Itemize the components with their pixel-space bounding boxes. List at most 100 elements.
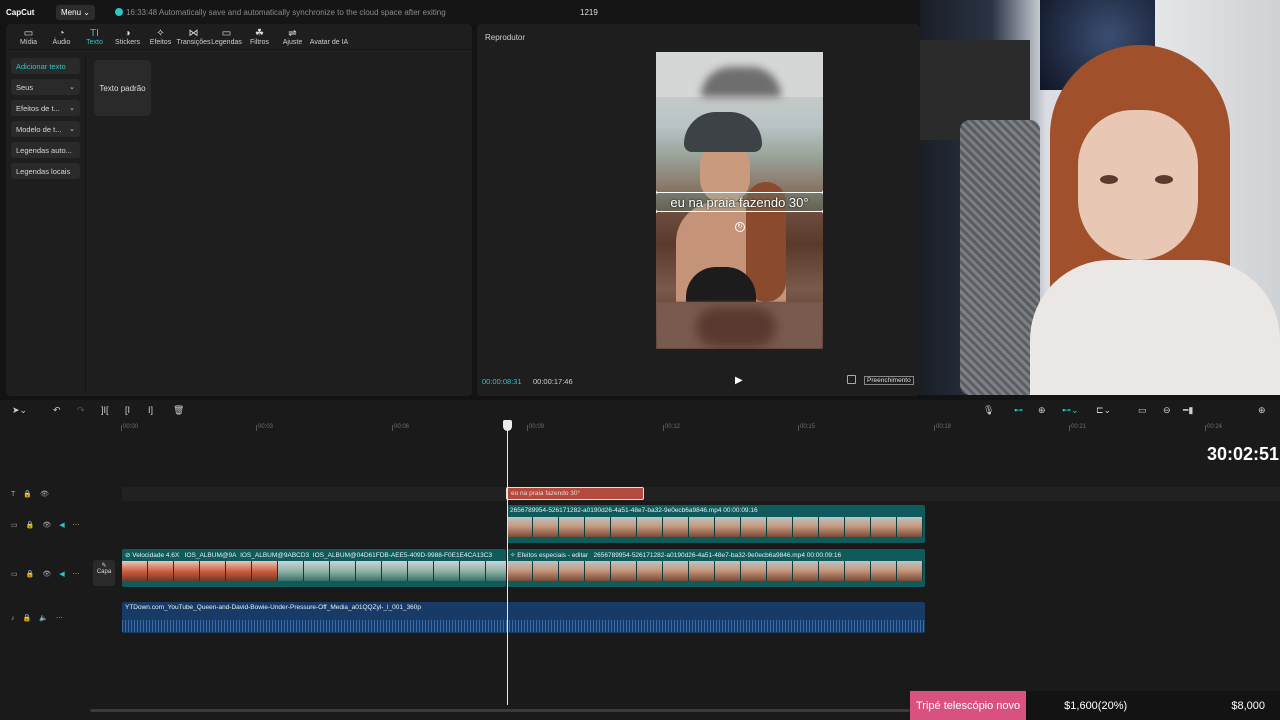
project-name[interactable]: 1219 — [580, 8, 598, 17]
ruler-tick: 00:00 — [120, 424, 139, 431]
donation-goal-bar: Tripé telescópio novo $1,600(20%) $8,000 — [910, 691, 1280, 720]
streamer-face — [1078, 110, 1198, 260]
time-ruler[interactable]: 00:00 00:03 00:06 00:09 00:12 00:15 00:1… — [90, 424, 1280, 438]
asset-toolbar: ▭ Mídia ◔ Áudio TI Texto ◑ Stickers ✧ Efeitos… — [6, 24, 472, 50]
zoom-in-icon[interactable]: ⊕ — [1258, 405, 1266, 416]
lock-icon[interactable]: 🔒 — [26, 521, 35, 529]
app-logo: CapCut — [6, 7, 35, 17]
cover-button[interactable]: ✎ Capa — [93, 560, 115, 586]
select-tool-icon[interactable]: ➤⌄ — [12, 405, 27, 416]
volume-icon[interactable]: 🔈 — [39, 614, 48, 622]
eye-icon[interactable]: 👁 — [42, 570, 51, 578]
resize-handle[interactable] — [656, 190, 657, 195]
tab-text[interactable]: TI Texto — [78, 28, 111, 49]
goal-target: $8,000 — [1231, 699, 1265, 712]
preview-axis-icon[interactable]: ⊷⌄ — [1062, 405, 1079, 416]
clip-label: ⊘ Velocidade 4.6X IOS_ALBUM@9A IOS_ALBUM… — [125, 552, 493, 559]
default-text-preset[interactable]: Texto padrão — [94, 60, 151, 116]
sidebar-item-text-effects[interactable]: Efeitos de t... ⌄ — [11, 100, 80, 116]
tab-transitions[interactable]: ⋈ Transições — [177, 28, 211, 49]
tab-captions[interactable]: ▭ Legendas — [210, 28, 243, 49]
tab-stickers[interactable]: ◑ Stickers — [111, 28, 144, 49]
timeline-scrollbar[interactable] — [90, 709, 910, 712]
microphone-icon[interactable]: 🎙 — [983, 405, 994, 416]
save-status-text: 16:33:48 Automatically save and automati… — [125, 7, 446, 17]
tab-adjust[interactable]: ⇌ Ajuste — [276, 28, 309, 49]
trim-left-icon[interactable]: [I — [125, 405, 130, 415]
sticker-icon: ◑ — [124, 28, 131, 39]
adjust-icon: ⇌ — [288, 28, 297, 39]
save-status: 16:33:48 Automatically save and automati… — [114, 7, 446, 17]
sidebar-item-add-text[interactable]: Adicionar texto — [11, 58, 80, 74]
video-preview[interactable]: eu na praia fazendo 30° ↻ — [656, 52, 823, 349]
more-icon[interactable]: ⋯ — [73, 521, 80, 529]
goal-progress: $1,600(20%) — [1064, 699, 1128, 712]
speed-icon: ⊘ — [125, 552, 131, 559]
stream-clock: 30:02:51 — [1207, 444, 1280, 464]
clip-thumbnails — [507, 561, 925, 581]
lock-icon[interactable]: 🔒 — [23, 614, 32, 622]
tab-audio[interactable]: ◔ Áudio — [45, 28, 78, 49]
ruler-tick: 00:21 — [1068, 424, 1087, 431]
lock-icon[interactable]: 🔒 — [26, 570, 35, 578]
sidebar-item-local-captions[interactable]: Legendas locais — [11, 163, 80, 179]
gaming-chair — [960, 120, 1040, 395]
mute-icon[interactable]: ◀ — [59, 521, 64, 529]
mute-icon[interactable]: ◀ — [59, 570, 64, 578]
lock-icon[interactable]: 🔒 — [23, 490, 32, 498]
text-overlay-box[interactable]: eu na praia fazendo 30° — [656, 190, 823, 214]
blurred-background-top — [656, 52, 823, 97]
zoom-out-icon[interactable]: ⊖ — [1163, 405, 1171, 416]
transitions-icon: ⋈ — [188, 28, 199, 39]
split-icon[interactable]: ]I[ — [101, 405, 109, 415]
resize-handle[interactable] — [822, 190, 823, 195]
more-icon[interactable]: ⋯ — [73, 570, 80, 578]
asset-panel: ▭ Mídia ◔ Áudio TI Texto ◑ Stickers ✧ Efeitos… — [6, 24, 472, 396]
undo-icon[interactable]: ↶ — [53, 405, 61, 416]
overlay-video-clip[interactable]: 2656789954-526171282-a0190d26-4a51-48e7-… — [507, 505, 925, 543]
main-video-clip-2[interactable]: ✧ Efeitos especiais - editar 2656789954-… — [507, 549, 925, 587]
trim-right-icon[interactable]: I] — [148, 405, 153, 415]
resize-handle[interactable] — [656, 209, 657, 214]
ruler-tick: 00:06 — [391, 424, 410, 431]
tab-effects[interactable]: ✧ Efeitos — [144, 28, 177, 49]
audio-track-icon: ♪ — [11, 614, 15, 622]
delete-icon[interactable]: 🗑 — [173, 405, 184, 416]
eye-icon[interactable]: 👁 — [42, 521, 51, 529]
player-panel: Reprodutor eu na praia fazendo 30° ↻ 00:… — [477, 24, 920, 396]
audio-clip[interactable]: YTDown.com_YouTube_Queen-and-David-Bowie… — [122, 602, 925, 633]
rotate-icon[interactable]: ↻ — [735, 222, 745, 232]
zoom-slider[interactable]: ━▮ — [1183, 405, 1193, 416]
text-lane — [122, 487, 1280, 501]
magnet-icon[interactable]: ⊷ — [1014, 405, 1023, 416]
sidebar-item-auto-captions[interactable]: Legendas auto... — [11, 142, 80, 158]
clip-thumbnails — [122, 561, 506, 581]
eye-icon[interactable]: 👁 — [40, 490, 49, 498]
aspect-ratio-icon[interactable] — [847, 375, 856, 384]
resize-handle[interactable] — [822, 209, 823, 214]
text-sidebar: Adicionar texto Seus ⌄ Efeitos de t... ⌄ M… — [6, 54, 86, 394]
main-track-header: ▭ 🔒 👁 ◀ ⋯ — [0, 554, 88, 594]
more-icon[interactable]: ⋯ — [56, 614, 63, 622]
snap-options-icon[interactable]: ⊏⌄ — [1096, 405, 1111, 416]
bucket-hat — [684, 112, 762, 152]
video-track-icon: ▭ — [11, 522, 18, 529]
tab-filters[interactable]: ☘ Filtros — [243, 28, 276, 49]
sidebar-item-text-templates[interactable]: Modelo de t... ⌄ — [11, 121, 80, 137]
sidebar-item-yours[interactable]: Seus ⌄ — [11, 79, 80, 95]
ruler-tick: 00:15 — [797, 424, 816, 431]
link-clips-icon[interactable]: ⊕ — [1038, 405, 1046, 416]
tab-ai-avatar[interactable]: Avatar de IA — [309, 28, 349, 49]
fill-mode-button[interactable]: Preenchimento — [864, 376, 914, 385]
play-icon[interactable]: ▶ — [735, 375, 743, 386]
fit-timeline-icon[interactable]: ▭ — [1138, 405, 1147, 416]
tab-media[interactable]: ▭ Mídia — [12, 28, 45, 49]
chevron-down-icon: ⌄ — [69, 126, 75, 133]
streamer-eye — [1155, 175, 1173, 184]
redo-icon[interactable]: ↷ — [77, 405, 85, 416]
text-clip[interactable]: eu na praia fazendo 30° — [506, 487, 644, 500]
main-video-clip-1[interactable]: ⊘ Velocidade 4.6X IOS_ALBUM@9A IOS_ALBUM… — [122, 549, 506, 587]
playhead[interactable] — [507, 423, 508, 705]
menu-button[interactable]: Menu ⌄ — [56, 4, 95, 20]
streamer-shirt — [1030, 260, 1280, 395]
